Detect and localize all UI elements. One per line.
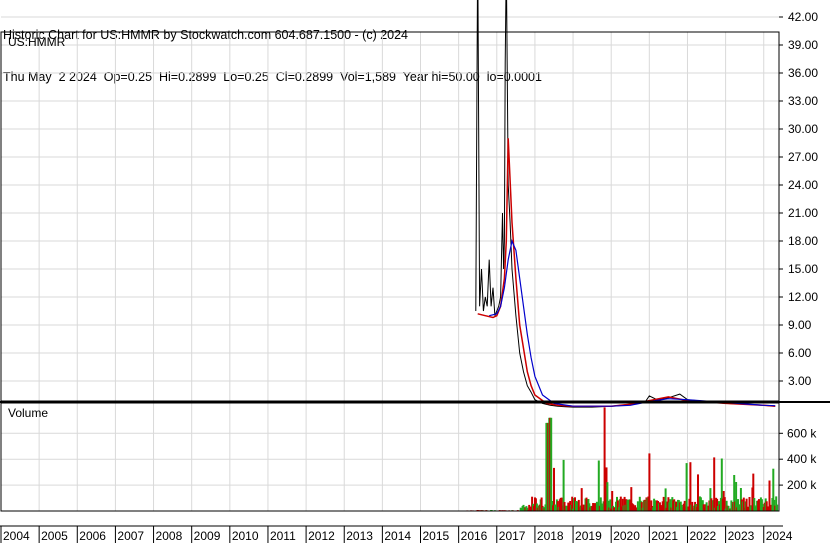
x-tick-label: 2006: [79, 529, 106, 543]
stock-chart: 2004 2005 2006 2007 2008 2009 2010 2011 2012 2013…: [0, 0, 830, 543]
price-y-tick-label: 21.00: [788, 206, 818, 220]
price-y-tick-label: 24.00: [788, 178, 818, 192]
axis-labels: 2004 2005 2006 2007 2008 2009 2010 2011 2012 2013…: [3, 10, 818, 543]
x-tick-label: 2009: [194, 529, 221, 543]
price-y-tick-label: 18.00: [788, 234, 818, 248]
volume-grid: [0, 403, 779, 511]
x-tick-label: 2018: [537, 529, 564, 543]
x-tick-label: 2023: [728, 529, 755, 543]
price-y-tick-label: 6.00: [788, 346, 812, 360]
volume-y-tick-label: 200 k: [787, 478, 817, 492]
volume-bar: [664, 488, 667, 511]
x-tick-label: 2005: [41, 529, 68, 543]
x-tick-label: 2010: [232, 529, 259, 543]
volume-bar: [580, 488, 583, 511]
x-tick-label: 2024: [766, 529, 793, 543]
x-tick-label: 2019: [575, 529, 602, 543]
price-y-tick-label: 12.00: [788, 290, 818, 304]
volume-panel-frame: [0, 402, 780, 512]
price-y-tick-label: 15.00: [788, 262, 818, 276]
volume-bar: [550, 417, 553, 511]
volume-y-tick-label: 600 k: [787, 426, 817, 440]
price-y-tick-label: 42.00: [788, 10, 818, 24]
x-tick-label: 2017: [499, 529, 526, 543]
volume-y-tick-label: 400 k: [787, 452, 817, 466]
price-grid: [0, 16, 779, 401]
volume-bar: [735, 482, 738, 511]
price-y-tick-label: 33.00: [788, 94, 818, 108]
x-tick-label: 2004: [3, 529, 30, 543]
volume-bar: [603, 407, 606, 511]
x-tick-label: 2014: [384, 529, 411, 543]
x-tick-label: 2015: [423, 529, 450, 543]
price-y-tick-label: 3.00: [788, 374, 812, 388]
price-y-tick-label: 27.00: [788, 150, 818, 164]
price-y-tick-label: 30.00: [788, 122, 818, 136]
volume-bar: [776, 504, 779, 511]
series-price-high-low: [475, 0, 776, 408]
x-tick-label: 2021: [651, 529, 678, 543]
x-tick-label: 2012: [308, 529, 335, 543]
panel-frames: [0, 16, 830, 543]
volume-bar: [689, 462, 692, 511]
x-tick-label: 2007: [117, 529, 144, 543]
volume-panel-title: Volume: [8, 406, 48, 420]
volume-bar: [685, 463, 688, 511]
price-panel-frame: [0, 31, 780, 402]
price-y-tick-label: 9.00: [788, 318, 812, 332]
price-y-tick-label: 39.00: [788, 38, 818, 52]
volume-bar: [713, 457, 716, 511]
x-tick-label: 2013: [346, 529, 373, 543]
x-tick-label: 2008: [156, 529, 183, 543]
price-lines: [475, 0, 776, 408]
volume-bar: [597, 460, 600, 511]
price-panel-title: US:HMMR: [8, 35, 66, 49]
x-tick-label: 2016: [461, 529, 488, 543]
x-tick-label: 2020: [613, 529, 640, 543]
volume-bar: [648, 453, 651, 511]
x-tick-label: 2011: [270, 529, 296, 543]
volume-bar: [768, 480, 771, 511]
x-tick-label: 2022: [689, 529, 716, 543]
price-y-tick-label: 36.00: [788, 66, 818, 80]
